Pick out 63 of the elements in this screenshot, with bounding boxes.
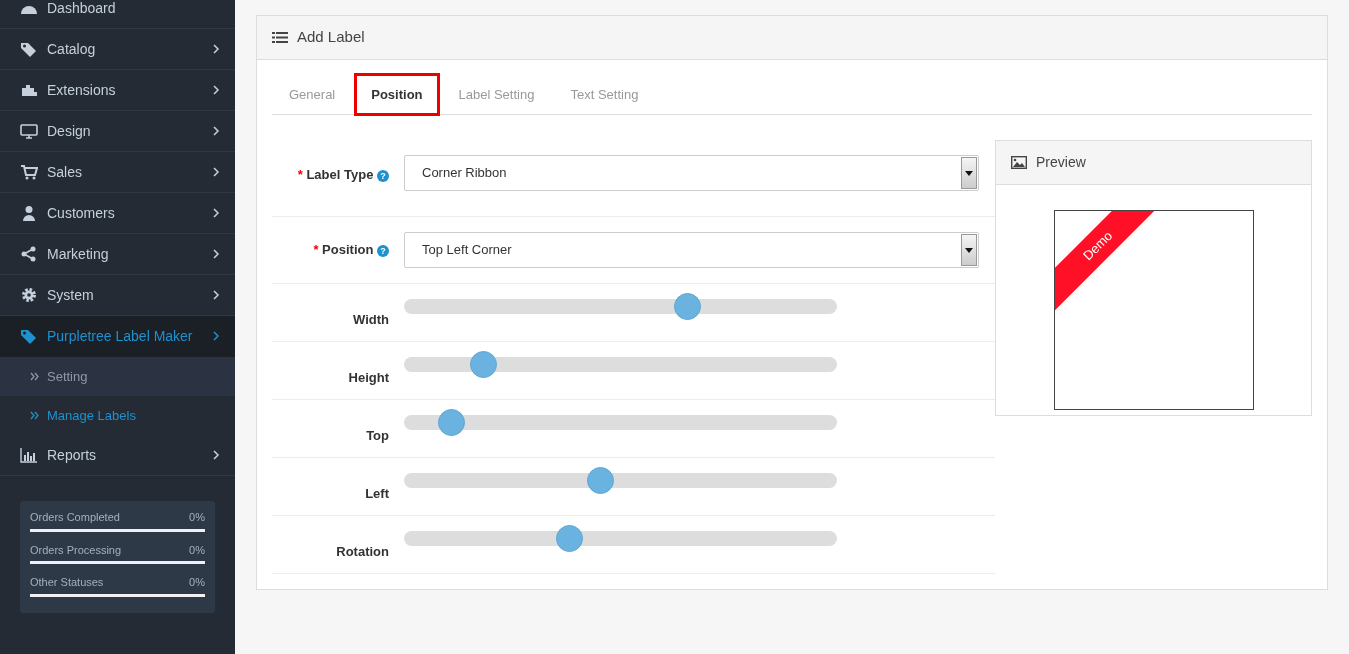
sidebar-item[interactable]: Sales	[0, 152, 235, 193]
sidebar-item[interactable]: Purpletree Label Maker	[0, 316, 235, 357]
chevron-icon	[213, 167, 220, 177]
field-label: Left	[364, 485, 390, 503]
stat-label: Orders Processing	[30, 542, 122, 558]
sidebar-item[interactable]: Design	[0, 111, 235, 152]
slider[interactable]	[404, 409, 837, 436]
slider-thumb[interactable]	[555, 525, 583, 552]
chevron-icon	[213, 85, 220, 95]
bar-chart-icon	[20, 447, 38, 463]
chevron-icon	[213, 450, 220, 460]
field-label: * Label Type ?	[272, 155, 404, 185]
stat-label: Orders Completed	[30, 510, 120, 525]
stat-label: Other Statuses	[30, 575, 104, 590]
panel-title: Add Label	[297, 27, 365, 48]
double-chevron-icon	[30, 411, 39, 420]
slider[interactable]	[404, 525, 837, 552]
dropdown-caret-icon	[961, 234, 977, 266]
gear-icon	[20, 287, 38, 303]
field-label: * Position ?	[272, 240, 404, 260]
select-field[interactable]: Corner Ribbon	[404, 155, 979, 191]
field-label: Top	[365, 427, 390, 445]
chevron-icon	[213, 208, 220, 218]
sidebar-item[interactable]: Marketing	[0, 234, 235, 275]
sidebar-item[interactable]: Extensions	[0, 70, 235, 111]
cart-icon	[20, 164, 38, 180]
tab[interactable]: Position	[354, 73, 440, 116]
slider-thumb[interactable]	[438, 409, 466, 436]
puzzle-icon	[20, 82, 38, 98]
chevron-icon	[213, 290, 220, 300]
slider[interactable]	[404, 467, 837, 494]
field-label: Width	[352, 311, 390, 329]
tag-icon	[20, 328, 38, 344]
double-chevron-icon	[30, 372, 39, 381]
slider[interactable]	[404, 351, 837, 378]
list-icon	[272, 31, 288, 44]
sidebar-item[interactable]: Reports	[0, 435, 235, 476]
slider-thumb[interactable]	[470, 351, 498, 378]
monitor-icon	[20, 123, 38, 139]
user-icon	[20, 205, 38, 221]
sidebar-item[interactable]: Dashboard	[0, 0, 235, 29]
slider-thumb[interactable]	[674, 293, 702, 320]
sidebar-subitem[interactable]: Setting	[0, 357, 235, 396]
field-label: Rotation	[335, 543, 390, 561]
chevron-icon	[213, 44, 220, 54]
share-icon	[20, 246, 38, 262]
stat-value: 0%	[189, 510, 205, 525]
chevron-icon	[213, 331, 220, 341]
sidebar-subitem[interactable]: Manage Labels	[0, 396, 235, 435]
sidebar-item[interactable]: Customers	[0, 193, 235, 234]
stat-value: 0%	[189, 575, 205, 590]
image-icon	[1011, 156, 1027, 169]
stat-value: 0%	[189, 542, 205, 558]
preview-title: Preview	[1036, 153, 1086, 172]
sidebar-item[interactable]: Catalog	[0, 29, 235, 70]
chevron-icon	[213, 126, 220, 136]
chevron-icon	[213, 249, 220, 259]
select-field[interactable]: Top Left Corner	[404, 232, 979, 268]
slider[interactable]	[404, 293, 837, 320]
slider-thumb[interactable]	[587, 467, 615, 494]
tags-icon	[20, 41, 38, 57]
field-label: Height	[347, 369, 390, 387]
dropdown-caret-icon	[961, 157, 977, 189]
